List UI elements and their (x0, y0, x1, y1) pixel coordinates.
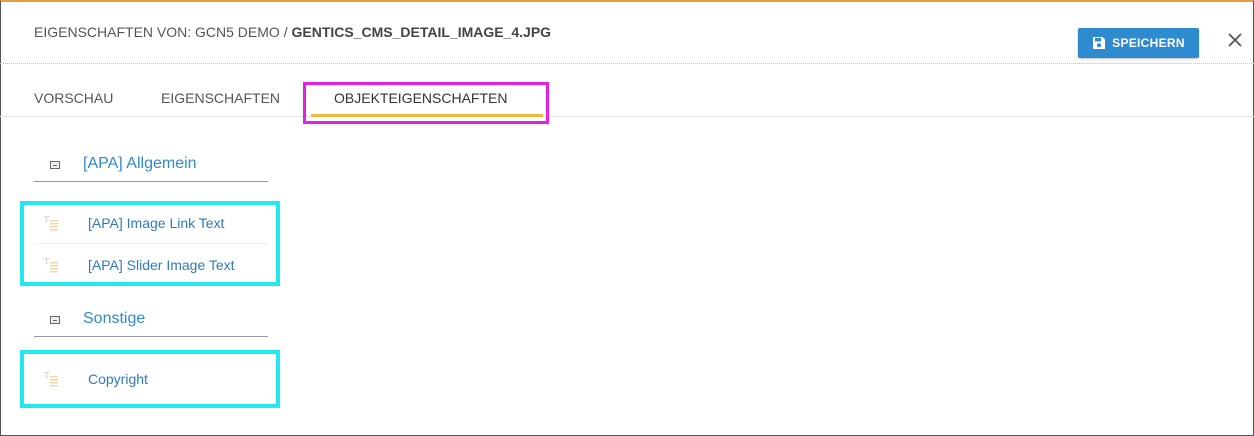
tab-vorschau[interactable]: VORSCHAU (34, 90, 113, 106)
text-property-icon: T (44, 214, 62, 232)
title-filename: GENTICS_CMS_DETAIL_IMAGE_4.JPG (291, 24, 552, 40)
tab-eigenschaften[interactable]: EIGENSCHAFTEN (161, 90, 280, 106)
save-button[interactable]: SPEICHERN (1078, 28, 1199, 58)
close-icon (1227, 32, 1243, 53)
text-property-icon: T (44, 256, 62, 274)
tab-bar: VORSCHAU EIGENSCHAFTEN OBJEKTEIGENSCHAFT… (0, 64, 1254, 117)
item-divider (34, 243, 268, 244)
property-label: [APA] Image Link Text (88, 215, 225, 231)
svg-text:T: T (44, 215, 50, 224)
text-property-icon: T (44, 370, 62, 388)
active-tab-highlight (303, 82, 549, 124)
group-header-apa-allgemein[interactable]: [APA] Allgemein (34, 152, 268, 182)
floppy-disk-icon (1092, 36, 1106, 50)
save-button-label: SPEICHERN (1112, 36, 1185, 50)
active-tab-underline (311, 114, 543, 117)
property-label: Copyright (88, 371, 148, 387)
collapse-toggle-icon[interactable] (50, 316, 60, 324)
group-label: Sonstige (83, 310, 146, 327)
property-item-copyright[interactable]: T Copyright (34, 360, 268, 398)
group-header-sonstige[interactable]: Sonstige (34, 307, 268, 337)
dialog-header: EIGENSCHAFTEN VON: GCN5 DEMO / GENTICS_C… (0, 2, 1254, 64)
group-label: [APA] Allgemein (83, 155, 197, 172)
svg-text:T: T (44, 371, 50, 380)
dialog-title: EIGENSCHAFTEN VON: GCN5 DEMO / GENTICS_C… (34, 24, 551, 40)
property-label: [APA] Slider Image Text (88, 257, 235, 273)
svg-text:T: T (44, 257, 50, 266)
property-item-slider-image-text[interactable]: T [APA] Slider Image Text (34, 246, 268, 284)
title-prefix: EIGENSCHAFTEN VON: GCN5 DEMO / (34, 24, 292, 40)
property-item-image-link-text[interactable]: T [APA] Image Link Text (34, 204, 268, 242)
close-button[interactable] (1222, 29, 1248, 55)
collapse-toggle-icon[interactable] (50, 161, 60, 169)
